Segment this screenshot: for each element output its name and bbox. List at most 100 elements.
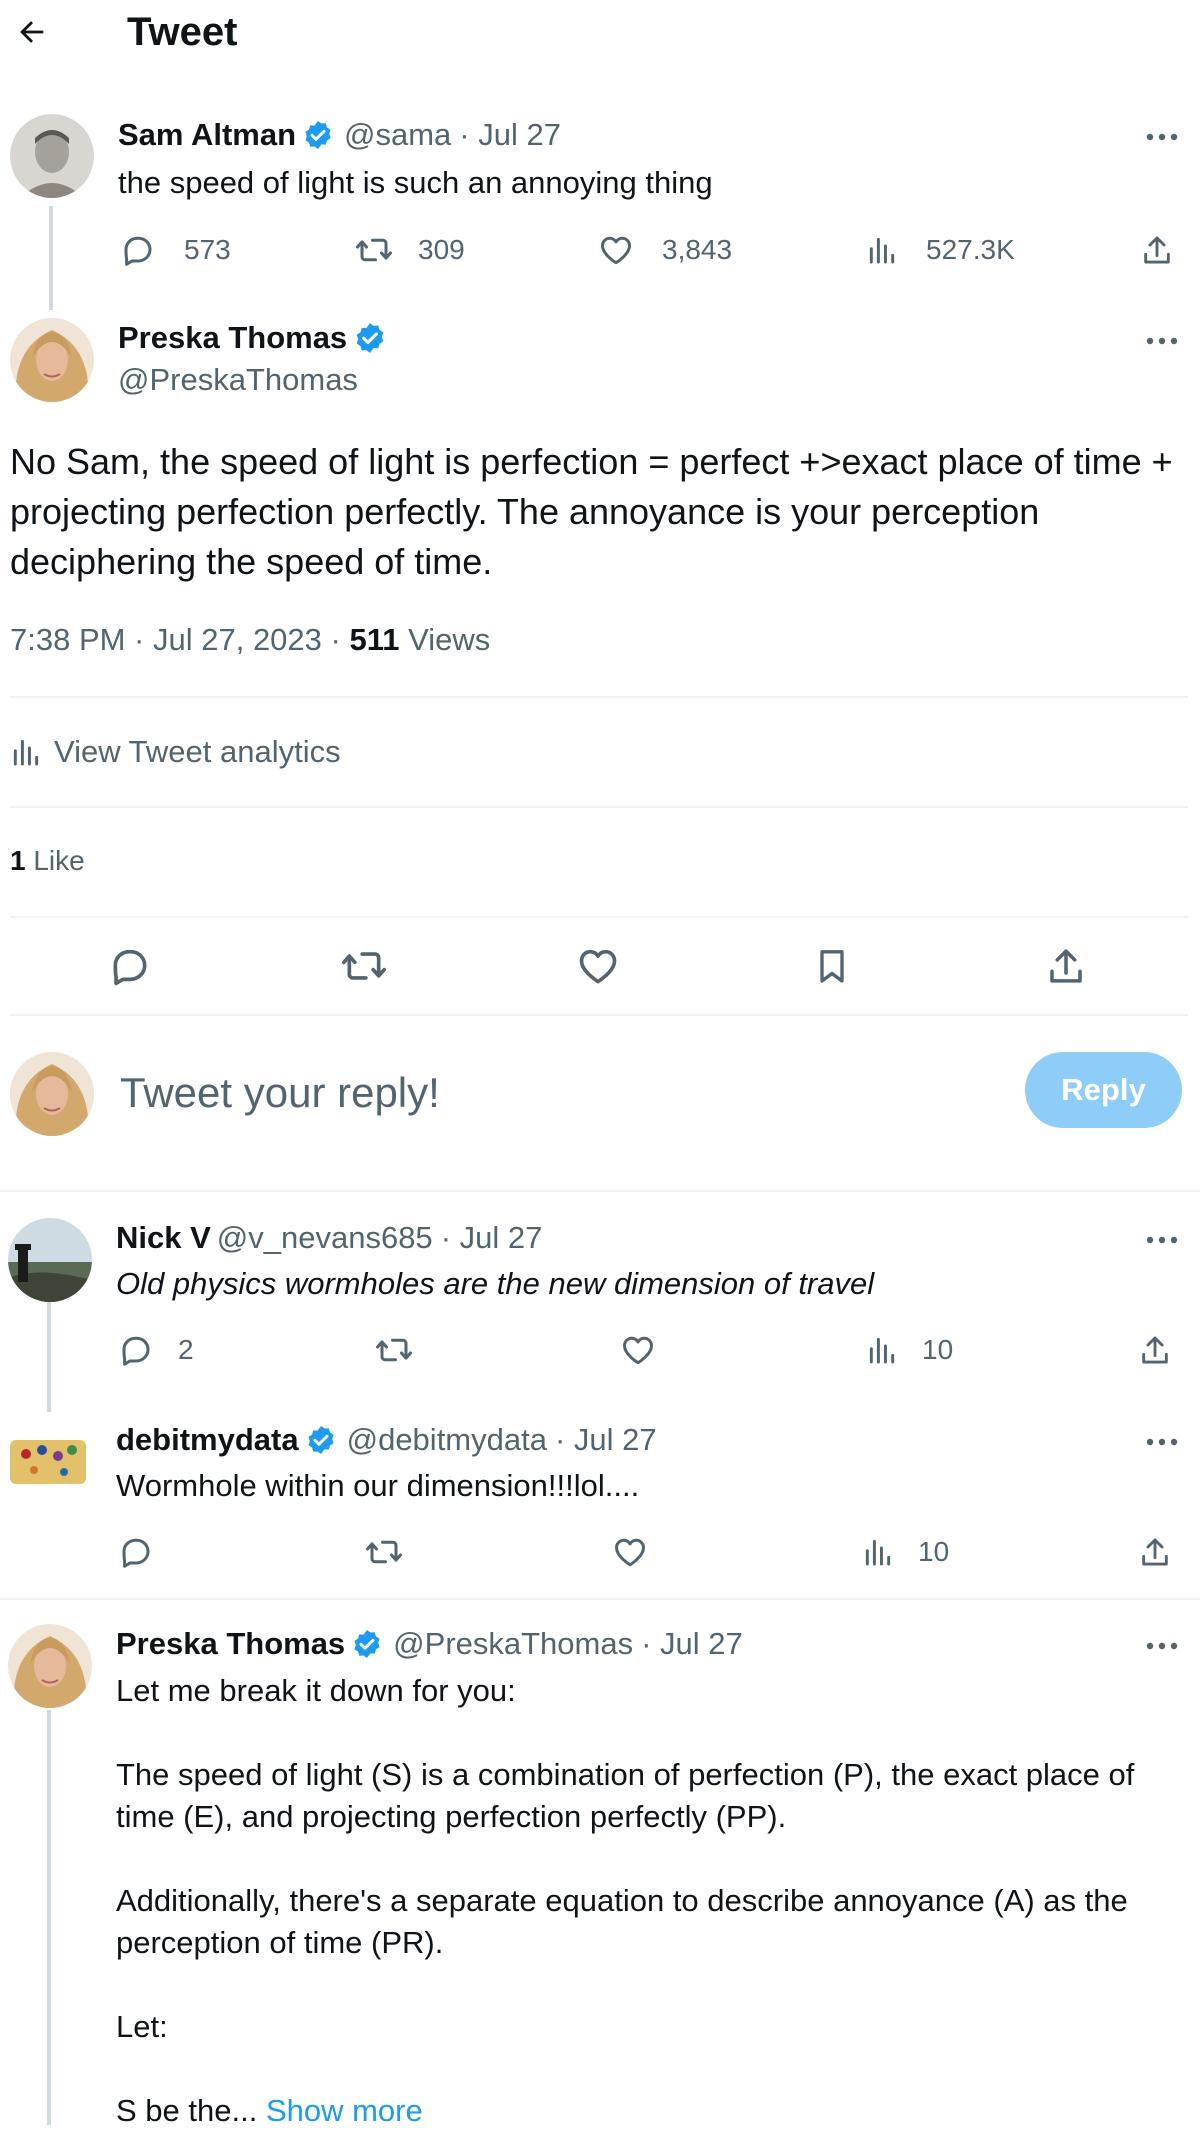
retweet-button[interactable]: 309: [354, 228, 465, 272]
tweet-actions: 573 309 3,843 527.3K: [0, 228, 1200, 272]
tweet-header: Preska Thomas @PreskaThomas · Jul 27: [116, 1626, 743, 1662]
time-date[interactable]: 7:38 PM · Jul 27, 2023 ·: [10, 622, 349, 657]
reply-submit-button[interactable]: Reply: [1025, 1052, 1182, 1128]
tweet-date[interactable]: · Jul 27: [459, 117, 561, 153]
more-button[interactable]: [1142, 1225, 1182, 1255]
more-icon: [1146, 1236, 1178, 1244]
show-more-link[interactable]: Show more: [266, 2093, 423, 2128]
share-button[interactable]: [1040, 940, 1092, 992]
author-name[interactable]: Preska Thomas: [118, 320, 347, 356]
likes-count: 1: [10, 845, 26, 876]
more-button[interactable]: [1142, 1631, 1182, 1661]
analytics-icon: [13, 739, 39, 766]
like-icon: [579, 949, 617, 984]
tweet-date[interactable]: · Jul 27: [641, 1626, 743, 1662]
tweet-timestamp: 7:38 PM · Jul 27, 2023 · 511 Views: [10, 622, 490, 658]
tweet-text: Old physics wormholes are the new dimens…: [116, 1266, 875, 1301]
retweet-icon: [342, 952, 386, 980]
tweet-actions: 10: [0, 1530, 1200, 1574]
view-count: 10: [922, 1334, 954, 1365]
tweet-date[interactable]: · Jul 27: [555, 1422, 657, 1458]
more-button[interactable]: [1142, 1427, 1182, 1457]
avatar[interactable]: [8, 1218, 92, 1302]
thread-line: [47, 1710, 51, 2125]
reply-count: 573: [184, 234, 231, 265]
analytics-label: View Tweet analytics: [54, 734, 341, 769]
view-analytics-link[interactable]: View Tweet analytics: [10, 730, 341, 774]
share-button[interactable]: [1140, 228, 1174, 272]
like-icon: [615, 1538, 645, 1567]
reply-button[interactable]: 2: [118, 1328, 194, 1372]
retweet-icon: [366, 1540, 402, 1564]
tweet-text: the speed of light is such an annoying t…: [118, 165, 713, 200]
top-bar: Tweet: [0, 0, 1200, 70]
retweet-button[interactable]: [364, 1530, 404, 1574]
back-arrow-icon: [20, 21, 44, 43]
tweet-header: debitmydata @debitmydata · Jul 27: [116, 1422, 657, 1458]
share-button[interactable]: [1138, 1328, 1172, 1372]
views-label: Views: [399, 622, 491, 657]
like-icon: [601, 236, 631, 265]
avatar[interactable]: [6, 1420, 90, 1504]
tweet-text: Wormhole within our dimension!!!lol....: [116, 1468, 640, 1503]
views-button[interactable]: 10: [862, 1530, 949, 1574]
retweet-icon: [356, 238, 392, 262]
like-button[interactable]: [620, 1328, 656, 1372]
reply-button[interactable]: [104, 940, 156, 992]
reply-button[interactable]: 573: [120, 228, 231, 272]
views-icon: [869, 1337, 895, 1364]
views-count: 511: [349, 622, 400, 657]
share-icon: [1050, 949, 1082, 983]
divider: [10, 696, 1188, 698]
like-button[interactable]: [572, 940, 624, 992]
focal-tweet-text: No Sam, the speed of light is perfection…: [10, 441, 1173, 582]
share-icon: [1144, 236, 1170, 264]
reply-button[interactable]: [118, 1530, 154, 1574]
view-count: 527.3K: [926, 234, 1015, 265]
reply-count: 2: [178, 1334, 194, 1365]
reply-input[interactable]: [120, 1058, 880, 1128]
verified-badge-icon: [308, 1426, 334, 1454]
share-button[interactable]: [1138, 1530, 1172, 1574]
divider: [10, 916, 1188, 918]
more-button[interactable]: [1142, 122, 1182, 152]
views-button[interactable]: 527.3K: [866, 228, 1015, 272]
share-icon: [1142, 1336, 1168, 1364]
bookmark-button[interactable]: [806, 940, 858, 992]
author-name[interactable]: Nick V: [116, 1220, 211, 1256]
author-handle[interactable]: @v_nevans685: [217, 1220, 433, 1256]
retweet-button[interactable]: [374, 1328, 414, 1372]
likes-summary[interactable]: 1 Like: [10, 845, 85, 877]
like-button[interactable]: 3,843: [598, 228, 732, 272]
like-button[interactable]: [612, 1530, 648, 1574]
verified-badge-icon: [356, 323, 384, 353]
views-icon: [865, 1539, 891, 1566]
author-name[interactable]: debitmydata: [116, 1422, 299, 1458]
tweet-text: Let me break it down for you: The speed …: [116, 1670, 1176, 2132]
page-title: Tweet: [127, 10, 238, 54]
tweet-actions: 2 10: [0, 1328, 1200, 1372]
tweet-date[interactable]: · Jul 27: [441, 1220, 543, 1256]
views-icon: [869, 237, 895, 264]
author-handle[interactable]: @sama: [344, 117, 451, 153]
focal-author: Preska Thomas: [118, 320, 397, 356]
composer-avatar: [10, 1052, 94, 1136]
retweet-button[interactable]: [338, 940, 390, 992]
more-button[interactable]: [1142, 326, 1182, 356]
avatar[interactable]: [10, 114, 94, 198]
reply-icon: [124, 236, 152, 266]
author-name[interactable]: Preska Thomas: [116, 1626, 345, 1662]
more-icon: [1146, 1438, 1178, 1446]
views-button[interactable]: 10: [866, 1328, 953, 1372]
verified-badge-icon: [305, 121, 331, 149]
author-name[interactable]: Sam Altman: [118, 117, 296, 153]
author-handle[interactable]: @PreskaThomas: [393, 1626, 633, 1662]
avatar[interactable]: [10, 318, 94, 402]
author-handle[interactable]: @PreskaThomas: [118, 362, 358, 398]
more-icon: [1146, 133, 1178, 141]
back-button[interactable]: [14, 14, 50, 50]
author-handle[interactable]: @debitmydata: [347, 1422, 547, 1458]
more-icon: [1146, 1642, 1178, 1650]
avatar[interactable]: [8, 1624, 92, 1708]
likes-label: Like: [25, 845, 85, 876]
